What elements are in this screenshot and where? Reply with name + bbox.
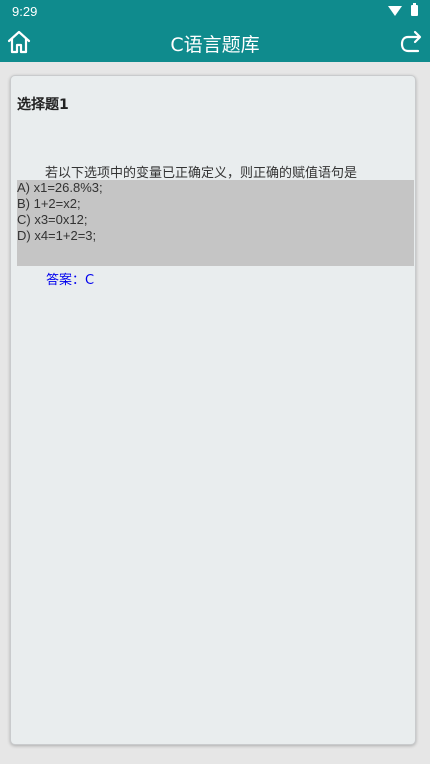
options-block: A) x1=26.8%3; B) 1+2=x2; C) x3=0x12; D) … bbox=[17, 180, 414, 266]
question-title: 选择题1 bbox=[17, 97, 69, 113]
status-time: 9:29 bbox=[12, 4, 38, 19]
option-c: C) x3=0x12; bbox=[17, 212, 88, 227]
toolbar: C语言题库 bbox=[0, 22, 430, 62]
share-button[interactable] bbox=[398, 29, 424, 55]
question-card: 选择题1 若以下选项中的变量已正确定义，则正确的赋值语句是 A) x1=26.8… bbox=[10, 75, 416, 745]
battery-icon bbox=[411, 3, 418, 16]
question-text: 若以下选项中的变量已正确定义，则正确的赋值语句是 bbox=[45, 166, 358, 181]
option-d: D) x4=1+2=3; bbox=[17, 228, 97, 243]
answer-text: 答案：C bbox=[46, 273, 95, 288]
status-bar: 9:29 bbox=[0, 0, 430, 22]
option-b: B) 1+2=x2; bbox=[17, 196, 81, 211]
option-a: A) x1=26.8%3; bbox=[17, 180, 103, 195]
status-icons bbox=[388, 3, 418, 18]
wifi-icon bbox=[388, 6, 402, 16]
share-arrow-icon bbox=[400, 30, 422, 53]
page-title: C语言题库 bbox=[170, 34, 260, 56]
